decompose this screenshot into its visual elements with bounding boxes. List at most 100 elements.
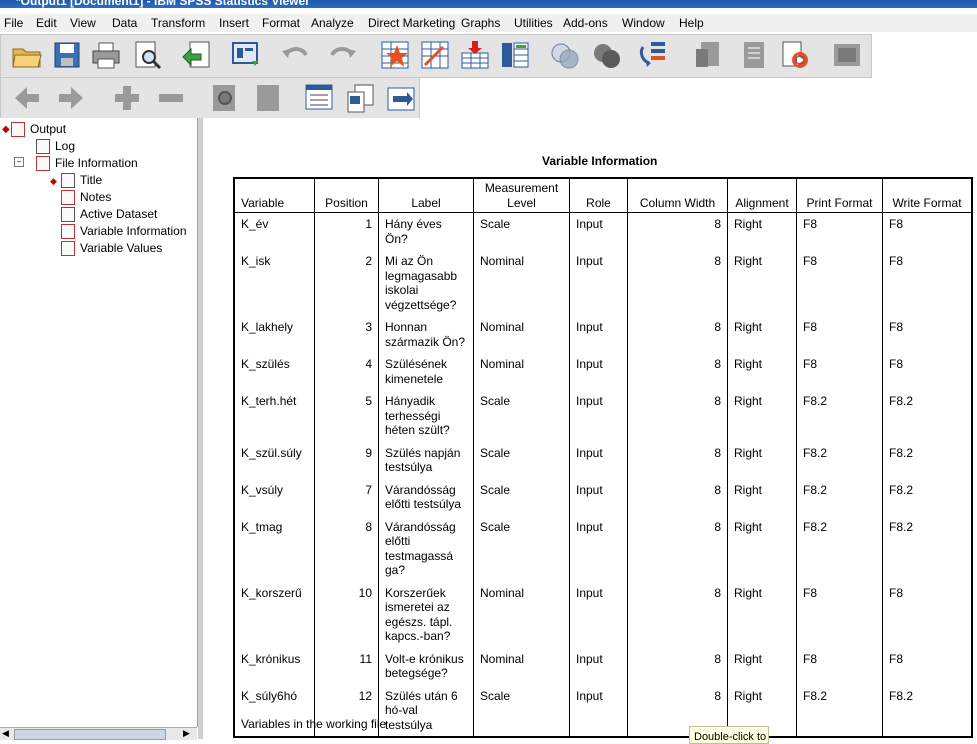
show-icon[interactable] <box>209 82 241 114</box>
goto-case-icon[interactable] <box>379 39 411 71</box>
file-info-book-icon <box>36 156 50 171</box>
cell-measurement-level: Scale <box>473 390 570 442</box>
cell-alignment: Right <box>727 647 797 685</box>
collapse-icon[interactable] <box>155 82 187 114</box>
menu-graphs[interactable]: Graphs <box>461 16 500 30</box>
menu-help[interactable]: Help <box>679 16 704 30</box>
variable-information-table: Variable Position Label Measurement Leve… <box>233 177 973 738</box>
cell-position: 3 <box>314 316 379 353</box>
table-row: K_szül.súly 9 Szülés napján testsúlya Scale… <box>233 441 973 479</box>
tree-node-file-information[interactable]: File Information <box>55 156 138 170</box>
tree-node-output[interactable]: Output <box>30 122 66 136</box>
table-row: K_korszerű 10 Korszerűek ismeretei az egés… <box>233 581 973 648</box>
cell-column-width: 8 <box>627 212 728 250</box>
insert-heading-icon[interactable] <box>303 82 335 114</box>
column-header-role: Role <box>569 177 628 213</box>
save-icon[interactable] <box>51 39 83 71</box>
value-labels-icon[interactable] <box>637 39 669 71</box>
menu-data[interactable]: Data <box>112 16 137 30</box>
table-row: K_isk 2 Mi az Ön legmagasabb iskolai végze… <box>233 250 973 316</box>
cell-write-format: F8 <box>882 250 973 316</box>
scroll-left-icon[interactable]: ◀ <box>2 728 9 739</box>
scroll-thumb[interactable] <box>14 729 166 740</box>
cell-column-width: 8 <box>627 515 728 582</box>
undo-icon[interactable] <box>280 39 312 71</box>
cell-label: Honnan származik Ön? <box>378 316 474 353</box>
print-icon[interactable] <box>90 39 122 71</box>
cell-print-format: F8.2 <box>796 390 883 442</box>
promote-icon[interactable] <box>11 82 43 114</box>
insert-cases-icon[interactable] <box>459 39 491 71</box>
table-row: K_terh.hét 5 Hányadik terhességi héten szü… <box>233 390 973 442</box>
cell-write-format: F8.2 <box>882 390 973 442</box>
hide-icon[interactable] <box>831 39 863 71</box>
demote-icon[interactable] <box>55 82 87 114</box>
cell-label: Volt-e krónikus betegsége? <box>378 647 474 685</box>
cell-write-format: F8.2 <box>882 684 973 738</box>
cell-position: 2 <box>314 250 379 316</box>
insert-title-icon[interactable] <box>345 82 377 114</box>
cell-column-width: 8 <box>627 390 728 442</box>
menu-window[interactable]: Window <box>622 16 665 30</box>
expand-icon[interactable] <box>111 82 143 114</box>
goto-variable-icon[interactable] <box>419 39 451 71</box>
cell-role: Input <box>569 515 628 582</box>
use-sets-icon[interactable] <box>549 39 581 71</box>
run-script-icon[interactable] <box>779 39 811 71</box>
menu-transform[interactable]: Transform <box>151 16 205 30</box>
export-icon[interactable] <box>181 39 213 71</box>
menu-bar: File Edit View Data Transform Insert For… <box>0 14 977 32</box>
menu-insert[interactable]: Insert <box>219 16 249 30</box>
tree-node-title[interactable]: Title <box>80 173 102 187</box>
cell-variable: K_lakhely <box>233 316 315 353</box>
tree-node-active-dataset[interactable]: Active Dataset <box>80 207 157 221</box>
tree-node-log[interactable]: Log <box>55 139 75 153</box>
cell-print-format: F8 <box>796 250 883 316</box>
menu-direct-marketing[interactable]: Direct Marketing <box>368 16 455 30</box>
cell-print-format: F8.2 <box>796 684 883 738</box>
scroll-right-icon[interactable]: ▶ <box>183 728 190 739</box>
insert-text-box-icon[interactable] <box>385 82 417 114</box>
cell-measurement-level: Nominal <box>473 353 570 390</box>
cell-role: Input <box>569 478 628 516</box>
cell-position: 9 <box>314 441 379 479</box>
outline-pane: ◆ Output Log − File Information ◆ Title … <box>0 118 198 727</box>
menu-format[interactable]: Format <box>262 16 300 30</box>
cell-print-format: F8 <box>796 212 883 250</box>
menu-view[interactable]: View <box>70 16 96 30</box>
variables-icon[interactable] <box>499 39 531 71</box>
menu-utilities[interactable]: Utilities <box>514 16 553 30</box>
cell-label: Szülésének kimenetele <box>378 353 474 390</box>
insert-output-icon[interactable] <box>739 39 771 71</box>
menu-add-ons[interactable]: Add-ons <box>563 16 608 30</box>
menu-edit[interactable]: Edit <box>36 16 57 30</box>
tree-node-variable-information[interactable]: Variable Information <box>80 224 187 238</box>
cell-position: 5 <box>314 390 379 442</box>
cell-position: 11 <box>314 647 379 685</box>
cell-alignment: Right <box>727 515 797 582</box>
table-row: K_lakhely 3 Honnan származik Ön? Nominal Inp… <box>233 316 973 353</box>
menu-file[interactable]: File <box>4 16 23 30</box>
tree-node-notes[interactable]: Notes <box>80 190 111 204</box>
window-title: *Output1 [Document1] - IBM SPSS Statisti… <box>16 0 310 8</box>
recall-dialog-icon[interactable] <box>230 39 262 71</box>
cell-role: Input <box>569 647 628 685</box>
outline-horizontal-scrollbar[interactable]: ◀ ▶ <box>0 727 197 740</box>
redo-icon[interactable] <box>326 39 358 71</box>
selection-arrow-icon: ◆ <box>2 124 10 135</box>
designate-window-icon[interactable] <box>693 39 725 71</box>
menu-analyze[interactable]: Analyze <box>311 16 354 30</box>
print-preview-icon[interactable] <box>131 39 163 71</box>
variable-information-icon <box>61 224 75 239</box>
table-title: Variable Information <box>542 154 658 168</box>
open-icon[interactable] <box>11 39 43 71</box>
collapse-toggle-icon[interactable]: − <box>14 157 24 167</box>
show-all-icon[interactable] <box>591 39 623 71</box>
tree-node-variable-values[interactable]: Variable Values <box>80 241 162 255</box>
cell-role: Input <box>569 250 628 316</box>
cell-position: 1 <box>314 212 379 250</box>
column-header-measurement-level: Measurement Level <box>473 177 570 213</box>
cell-position: 8 <box>314 515 379 582</box>
hide-icon[interactable] <box>253 82 285 114</box>
cell-role: Input <box>569 684 628 738</box>
